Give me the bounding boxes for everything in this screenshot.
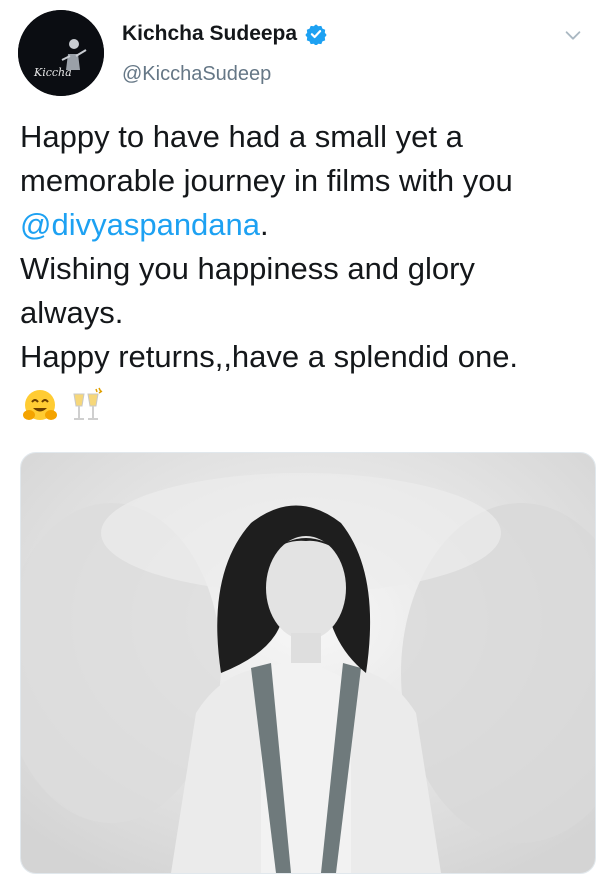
photo-icon	[21, 453, 595, 873]
tweet-media-photo[interactable]	[20, 452, 596, 874]
emoji-row	[20, 386, 106, 426]
chevron-down-icon[interactable]	[562, 24, 584, 46]
author-name-row[interactable]: Kichcha Sudeepa	[122, 22, 327, 46]
hugging-face-emoji-icon	[20, 386, 60, 426]
mention-link[interactable]: @divyaspandana	[20, 207, 260, 242]
author-display-name[interactable]: Kichcha Sudeepa	[122, 22, 297, 46]
author-avatar[interactable]: Kiccha	[18, 10, 104, 96]
avatar-image: Kiccha	[18, 10, 104, 96]
avatar-signature: Kiccha	[33, 66, 72, 79]
verified-badge-icon	[305, 23, 327, 45]
tweet-text-part-1: Happy to have had a small yet a memorabl…	[20, 119, 513, 198]
clinking-glasses-emoji-icon	[66, 386, 106, 426]
author-handle[interactable]: @KicchaSudeep	[122, 63, 271, 86]
tweet-text: Happy to have had a small yet a memorabl…	[20, 115, 590, 379]
